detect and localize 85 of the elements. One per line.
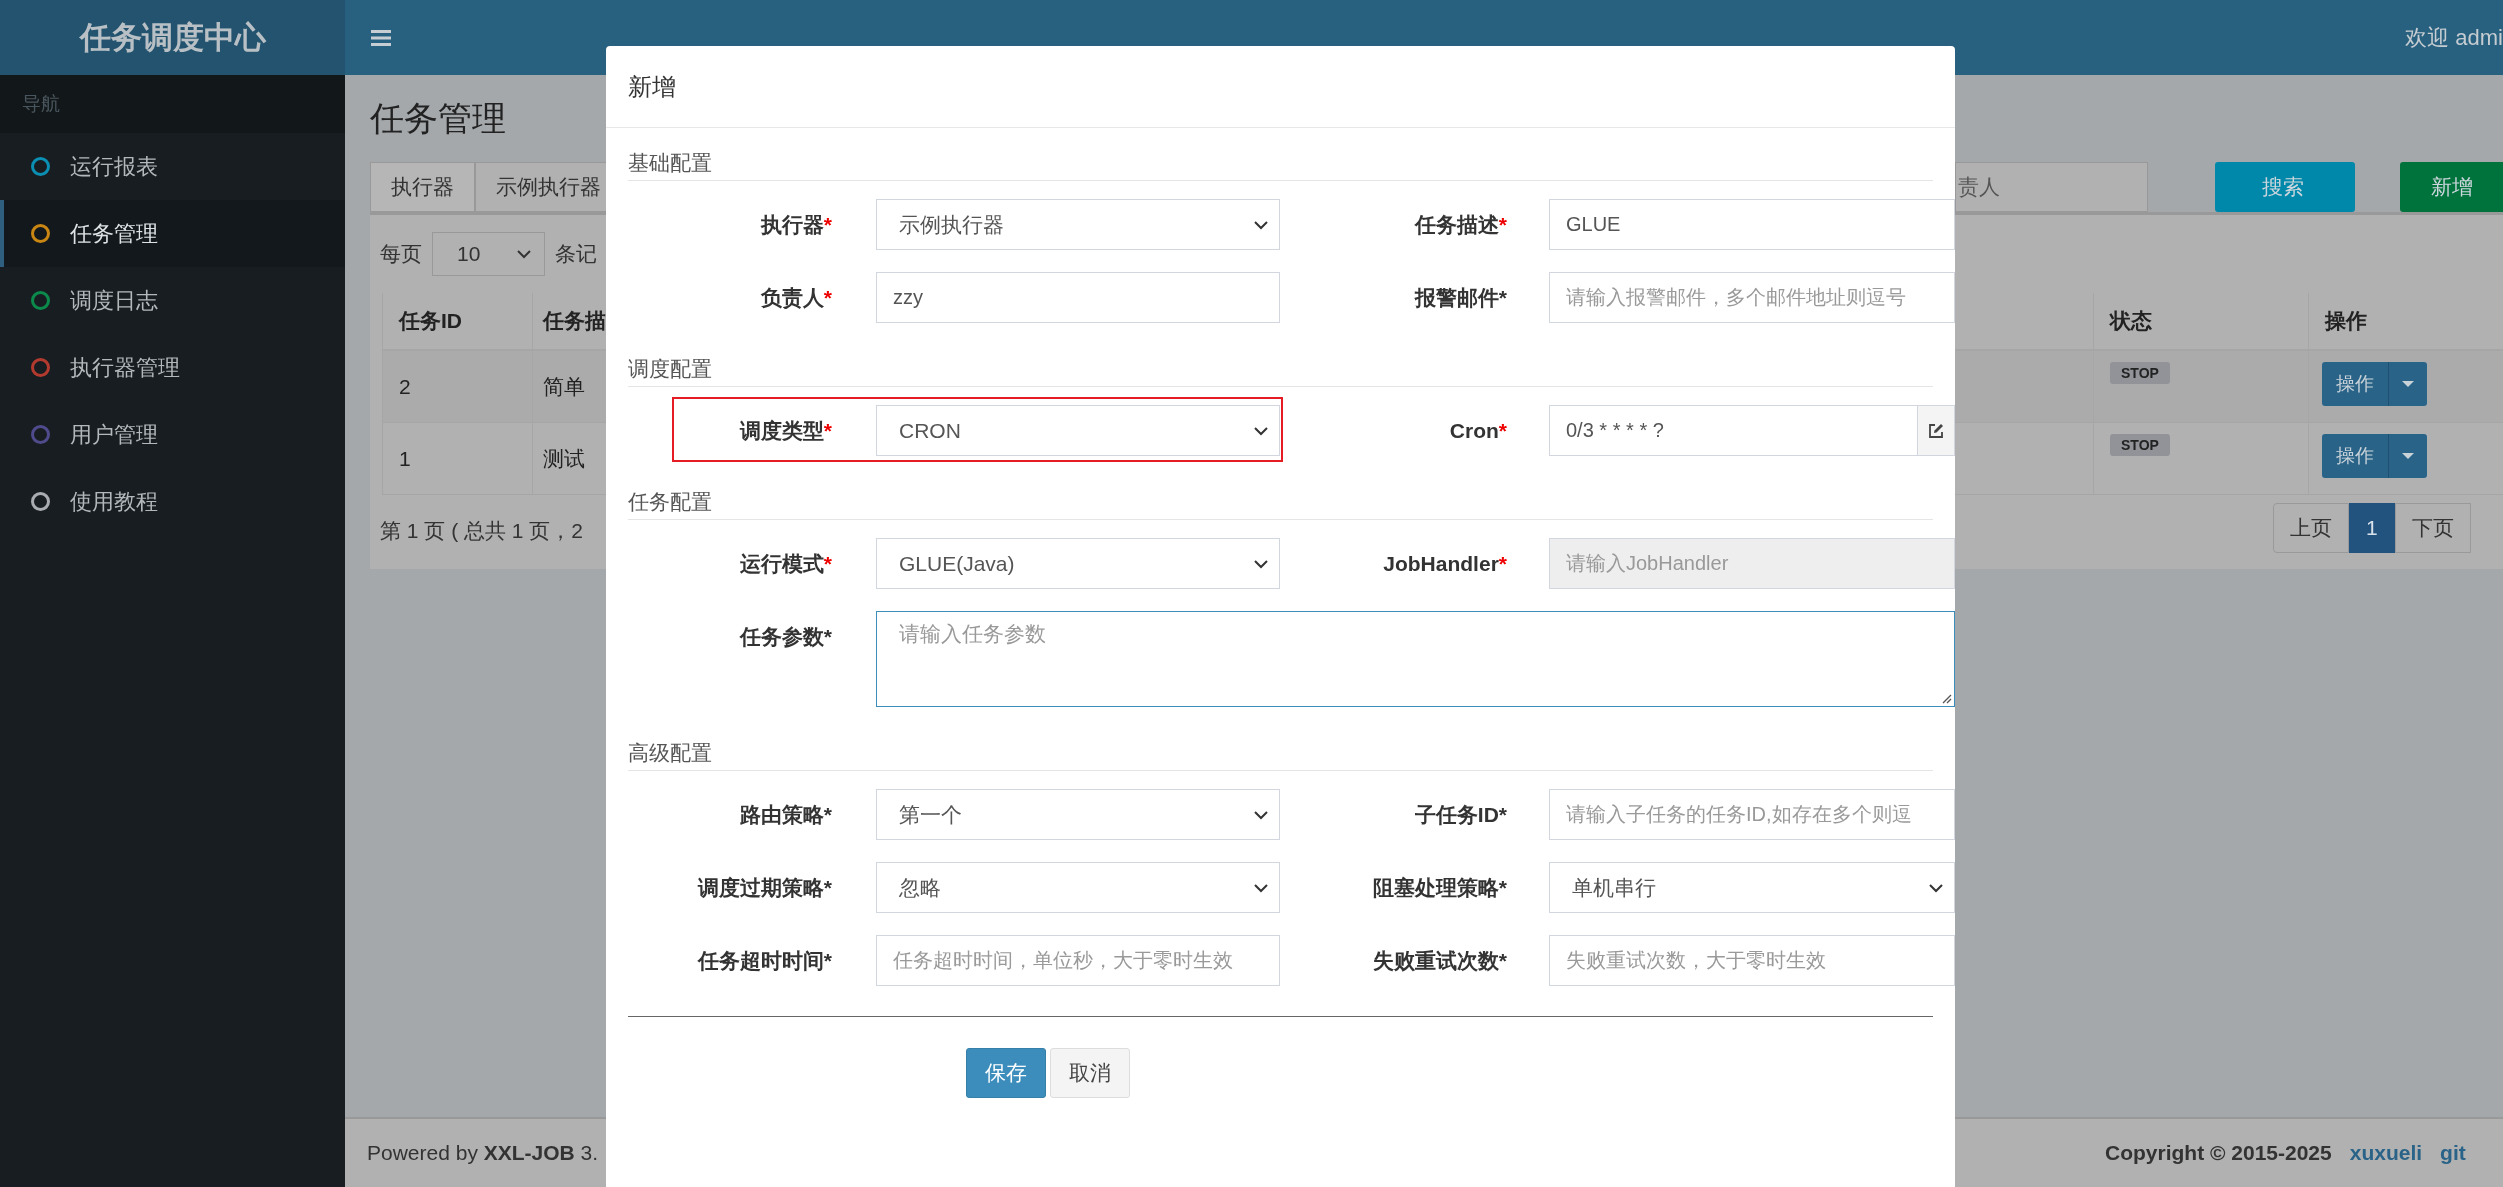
welcome-user-text[interactable]: 欢迎 admi	[2405, 22, 2503, 53]
edit-icon	[1927, 421, 1945, 440]
cancel-button[interactable]: 取消	[1050, 1048, 1130, 1098]
caret-icon	[2402, 453, 2414, 459]
field-label: 任务描述*	[1414, 211, 1507, 238]
nav-section-header: 导航	[22, 92, 60, 116]
chevron-down-icon	[1253, 219, 1269, 230]
column-header: 操作	[2325, 308, 2367, 334]
field-label: 子任务ID*	[1414, 801, 1507, 828]
chevron-down-icon	[1253, 809, 1269, 820]
caret-icon	[2402, 381, 2414, 387]
save-button[interactable]: 保存	[966, 1048, 1046, 1098]
pagination-summary: 第 1 页 ( 总共 1 页，2	[380, 518, 584, 544]
edit-button[interactable]	[1918, 405, 1955, 456]
field-label: JobHandler*	[1383, 551, 1507, 576]
pagination-button[interactable]: 上页	[2273, 503, 2349, 553]
dropdown-toggle[interactable]	[2389, 434, 2427, 478]
page-size-suffix: 条记	[555, 241, 597, 267]
executor-select[interactable]: 示例执行器	[475, 162, 606, 212]
field-label: 任务超时时间*	[697, 947, 832, 974]
section-title: 任务配置	[628, 490, 712, 513]
pagination-button[interactable]: 1	[2349, 503, 2395, 553]
dialog-title: 新增	[628, 71, 676, 102]
field-label: 阻塞处理策略*	[1372, 874, 1507, 901]
select-field[interactable]: GLUE(Java)	[876, 538, 1280, 589]
field-label: 失败重试次数*	[1372, 947, 1507, 974]
field-label: Cron*	[1449, 418, 1507, 443]
sidebar-item[interactable]: 任务管理	[0, 200, 345, 267]
table-cell-text: 简单	[543, 373, 585, 400]
field-label: 运行模式*	[739, 550, 832, 577]
executor-label: 执行器	[370, 162, 475, 212]
chevron-down-icon	[1253, 558, 1269, 569]
field-label: 调度过期策略*	[697, 874, 832, 901]
copyright-text: Copyright © 2015-2025	[2105, 1141, 2332, 1165]
dropdown-toggle[interactable]	[2389, 362, 2427, 406]
field-label: 执行器*	[760, 211, 832, 238]
input-field[interactable]: 任务超时时间，单位秒，大于零时生效	[876, 935, 1280, 986]
table-cell: 1	[399, 446, 411, 471]
action-button[interactable]: 操作	[2322, 434, 2389, 478]
sidebar-item[interactable]: 调度日志	[0, 267, 345, 334]
column-header: 任务ID	[399, 308, 462, 334]
status-badge: STOP	[2110, 362, 2170, 384]
chevron-down-icon	[516, 249, 532, 259]
field-label: 负责人*	[760, 284, 832, 311]
select-field[interactable]: 第一个	[876, 789, 1280, 840]
footer-powered-text: Powered by XXL-JOB 3.	[367, 1141, 599, 1165]
pagination-button[interactable]: 下页	[2394, 503, 2471, 553]
field-label: 报警邮件*	[1414, 284, 1507, 311]
status-badge: STOP	[2110, 434, 2170, 456]
page-title: 任务管理	[370, 97, 506, 139]
section-title: 高级配置	[628, 741, 712, 764]
input-field[interactable]: GLUE	[1549, 199, 1955, 250]
input-field[interactable]: zzy	[876, 272, 1280, 323]
sidebar-item[interactable]: 执行器管理	[0, 334, 345, 401]
field-label: 调度类型*	[739, 417, 832, 444]
column-header: 状态	[2110, 308, 2152, 334]
table-cell: 2	[399, 374, 411, 399]
chevron-down-icon	[1253, 882, 1269, 893]
section-title: 调度配置	[628, 357, 712, 380]
select-field[interactable]: 忽略	[876, 862, 1280, 913]
chevron-down-icon	[1928, 882, 1944, 893]
input-field[interactable]: 0/3 * * * * ?	[1549, 405, 1918, 456]
select-field[interactable]: 单机串行	[1549, 862, 1955, 913]
sidebar-item[interactable]: 运行报表	[0, 133, 345, 200]
app-logo-title: 任务调度中心	[79, 18, 266, 57]
field-label: 路由策略*	[739, 801, 832, 828]
input-field[interactable]: 请输入报警邮件，多个邮件地址则逗号	[1549, 272, 1955, 323]
input-field[interactable]: 请输入子任务的任务ID,如存在多个则逗	[1549, 789, 1955, 840]
table-cell-text: 测试	[543, 445, 585, 472]
page-size-select[interactable]: 10	[432, 232, 545, 276]
column-header: 任务描	[543, 308, 606, 334]
sidebar-item[interactable]: 用户管理	[0, 401, 345, 468]
select-field[interactable]: CRON	[876, 405, 1280, 456]
action-button[interactable]: 操作	[2322, 362, 2389, 406]
page-size-label: 每页	[380, 241, 422, 267]
add-button[interactable]: 新增	[2400, 162, 2503, 212]
search-field[interactable]: 责人	[1955, 162, 2148, 212]
menu-icon[interactable]	[371, 29, 391, 46]
resize-grip-icon[interactable]	[1940, 692, 1952, 704]
chevron-down-icon	[1253, 425, 1269, 436]
field-label: 任务参数*	[739, 623, 832, 650]
section-title: 基础配置	[628, 151, 712, 174]
sidebar-item[interactable]: 使用教程	[0, 468, 345, 535]
select-field[interactable]: 示例执行器	[876, 199, 1280, 250]
input-field[interactable]: 失败重试次数，大于零时生效	[1549, 935, 1955, 986]
